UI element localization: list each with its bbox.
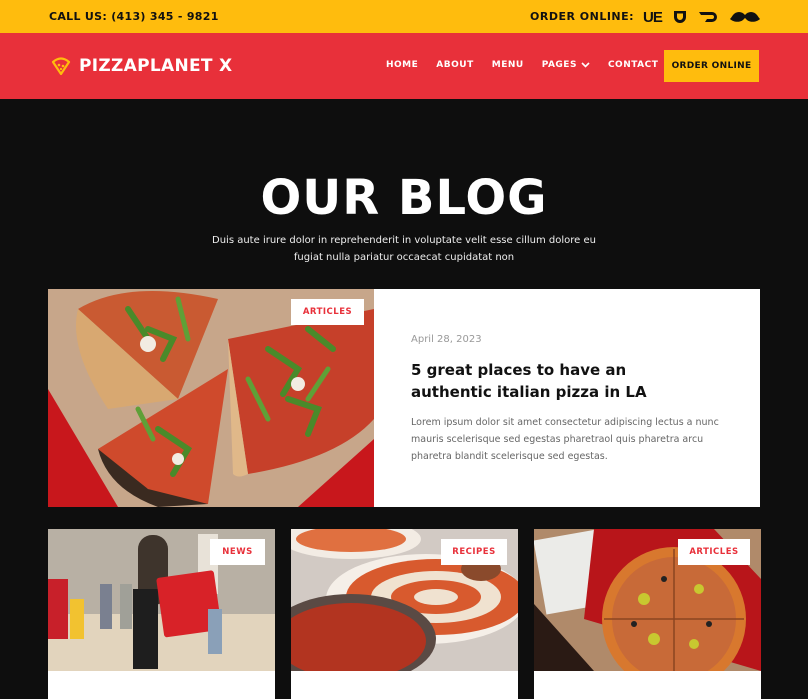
category-tag[interactable]: NEWS <box>210 539 265 565</box>
post-card-image[interactable]: NEWS <box>48 529 275 671</box>
nav-about[interactable]: ABOUT <box>436 60 473 70</box>
post-card-image[interactable]: ARTICLES <box>534 529 761 671</box>
category-tag[interactable]: ARTICLES <box>678 539 750 565</box>
postmates-icon[interactable] <box>672 9 688 25</box>
page-subtitle: Duis aute irure dolor in reprehenderit i… <box>212 235 596 263</box>
post-card-image[interactable]: RECIPES <box>291 529 518 671</box>
category-tag[interactable]: ARTICLES <box>291 299 364 325</box>
nav-pages[interactable]: PAGES <box>542 60 590 70</box>
nav-home[interactable]: HOME <box>386 60 418 70</box>
phone-number[interactable]: CALL US: (413) 345 - 9821 <box>49 10 219 23</box>
top-bar: CALL US: (413) 345 - 9821 ORDER ONLINE: … <box>0 0 808 33</box>
page-title: OUR BLOG <box>260 170 548 226</box>
post-card[interactable]: NEWS <box>48 529 275 699</box>
category-tag[interactable]: RECIPES <box>441 539 507 565</box>
grubhub-icon[interactable] <box>729 10 760 24</box>
main-nav: HOME ABOUT MENU PAGES CONTACT <box>386 60 658 70</box>
nav-contact[interactable]: CONTACT <box>608 60 658 70</box>
chevron-down-icon <box>581 62 590 68</box>
site-header: PIZZAPLANET X HOME ABOUT MENU PAGES CONT… <box>0 33 808 99</box>
post-excerpt: Lorem ipsum dolor sit amet consectetur a… <box>411 417 719 462</box>
delivery-services: UE <box>643 7 760 27</box>
nav-pages-label: PAGES <box>541 60 577 70</box>
logo[interactable]: PIZZAPLANET X <box>51 56 232 76</box>
doordash-icon[interactable] <box>698 9 720 25</box>
logo-text: PIZZAPLANET X <box>79 56 233 76</box>
order-online-button[interactable]: ORDER ONLINE <box>664 50 759 82</box>
order-online-label: ORDER ONLINE: <box>530 10 635 23</box>
post-card[interactable]: RECIPES <box>291 529 518 699</box>
post-title[interactable]: 5 great places to have an authentic ital… <box>411 359 711 403</box>
ubereats-icon[interactable]: UE <box>643 9 663 26</box>
post-card[interactable]: ARTICLES <box>534 529 761 699</box>
featured-post[interactable]: ARTICLES April 28, 2023 5 great places t… <box>48 289 760 507</box>
post-date: April 28, 2023 <box>411 334 482 345</box>
nav-menu[interactable]: MENU <box>492 60 524 70</box>
pizza-slice-icon <box>51 57 71 75</box>
featured-post-image[interactable]: ARTICLES <box>48 289 374 507</box>
